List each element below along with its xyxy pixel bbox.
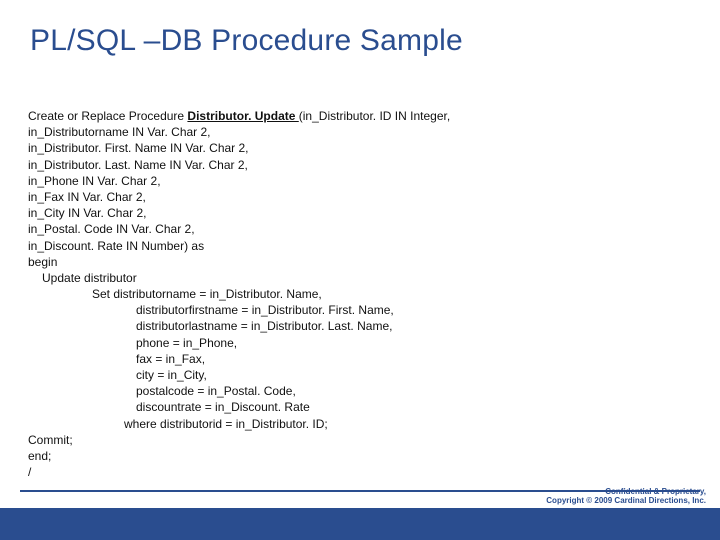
footer-line: Copyright © 2009 Cardinal Directions, In… [546,496,706,506]
code-line: Create or Replace Procedure Distributor.… [28,108,692,124]
code-line: in_Distributor. Last. Name IN Var. Char … [28,157,692,173]
code-block: Create or Replace Procedure Distributor.… [28,108,692,480]
procedure-name: Distributor. Update [187,109,298,123]
code-line: Set distributorname = in_Distributor. Na… [28,286,692,302]
code-line: in_Fax IN Var. Char 2, [28,189,692,205]
text: (in_Distributor. ID IN Integer, [299,109,450,123]
code-line: where distributorid = in_Distributor. ID… [28,416,692,432]
code-line: / [28,464,692,480]
footer-bar [0,508,720,540]
code-line: distributorlastname = in_Distributor. La… [28,318,692,334]
code-line: city = in_City, [28,367,692,383]
code-line: in_Postal. Code IN Var. Char 2, [28,221,692,237]
code-line: in_Discount. Rate IN Number) as [28,238,692,254]
code-line: postalcode = in_Postal. Code, [28,383,692,399]
code-line: phone = in_Phone, [28,335,692,351]
code-line: discountrate = in_Discount. Rate [28,399,692,415]
code-line: end; [28,448,692,464]
code-line: in_Distributorname IN Var. Char 2, [28,124,692,140]
slide-title: PL/SQL –DB Procedure Sample [30,24,463,58]
slide: PL/SQL –DB Procedure Sample Create or Re… [0,0,720,540]
code-line: in_Distributor. First. Name IN Var. Char… [28,140,692,156]
text: Create or Replace Procedure [28,109,187,123]
footer-line: Confidential & Proprietary, [546,487,706,497]
code-line: distributorfirstname = in_Distributor. F… [28,302,692,318]
code-line: in_Phone IN Var. Char 2, [28,173,692,189]
code-line: fax = in_Fax, [28,351,692,367]
footer-copyright: Confidential & Proprietary, Copyright © … [546,487,706,506]
code-line: in_City IN Var. Char 2, [28,205,692,221]
code-line: Update distributor [28,270,692,286]
code-line: Commit; [28,432,692,448]
code-line: begin [28,254,692,270]
